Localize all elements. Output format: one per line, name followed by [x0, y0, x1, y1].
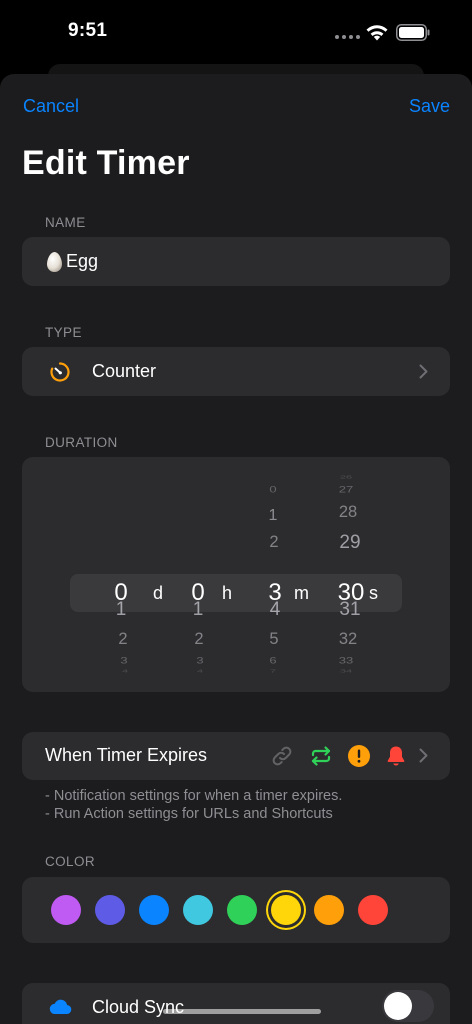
- type-value: Counter: [92, 361, 157, 381]
- color-swatch-red[interactable]: [358, 895, 388, 925]
- hours-below-2: 2: [194, 630, 204, 648]
- timer-icon: [50, 362, 70, 382]
- seconds-above-4: 26: [339, 474, 353, 480]
- repeat-icon: [311, 746, 331, 766]
- bell-icon: [387, 746, 405, 766]
- type-section-label: TYPE: [45, 325, 82, 340]
- duration-picker[interactable]: 0 1 2 3 4 d 0 1 2 3 4 h 2 1 0 3 4 5 6 7 …: [22, 457, 450, 692]
- edit-timer-sheet: Cancel Save Edit Timer NAME Egg TYPE Cou…: [0, 74, 472, 1024]
- signal-icon: [335, 35, 360, 39]
- color-swatch-teal[interactable]: [183, 895, 213, 925]
- type-selector[interactable]: Counter: [22, 347, 450, 396]
- expires-note-2: - Run Action settings for URLs and Short…: [45, 806, 333, 822]
- status-bar: 9:51: [0, 0, 472, 64]
- minutes-below-3: 6: [269, 655, 277, 666]
- minutes-below-4: 7: [269, 668, 277, 674]
- name-field[interactable]: Egg: [22, 237, 450, 286]
- duration-section-label: DURATION: [45, 435, 118, 450]
- days-unit: d: [153, 583, 164, 603]
- cloud-sync-row: Cloud Sync: [22, 983, 450, 1024]
- seconds-above-1: 29: [339, 532, 361, 553]
- seconds-below-4: 34: [339, 668, 353, 674]
- color-swatch-purple[interactable]: [51, 895, 81, 925]
- color-section-label: COLOR: [45, 854, 96, 869]
- home-indicator[interactable]: [163, 1009, 321, 1014]
- cloud-icon: [49, 999, 72, 1015]
- seconds-above-3: 27: [338, 484, 354, 495]
- color-picker: [22, 877, 450, 943]
- chevron-right-icon: [419, 364, 428, 379]
- expires-note-1: - Notification settings for when a timer…: [45, 788, 343, 804]
- wifi-icon: [366, 25, 388, 41]
- hours-below-3: 3: [196, 655, 204, 666]
- minutes-below-1: 4: [269, 599, 281, 620]
- egg-icon: [47, 251, 62, 272]
- minutes-unit: m: [294, 583, 309, 603]
- battery-icon: [396, 24, 430, 41]
- cloud-sync-label: Cloud Sync: [92, 997, 185, 1017]
- minutes-above-2: 1: [268, 507, 278, 524]
- toggle-knob: [384, 992, 412, 1020]
- seconds-unit: s: [369, 583, 378, 603]
- hours-below-1: 1: [192, 599, 204, 620]
- hours-below-4: 4: [196, 668, 204, 674]
- color-swatch-blue[interactable]: [139, 895, 169, 925]
- color-swatch-yellow[interactable]: [271, 895, 301, 925]
- days-below-2: 2: [118, 630, 128, 648]
- color-swatch-green[interactable]: [227, 895, 257, 925]
- name-value: Egg: [66, 251, 99, 271]
- page-title: Edit Timer: [22, 144, 190, 182]
- status-time: 9:51: [68, 20, 108, 41]
- cancel-button[interactable]: Cancel: [23, 96, 79, 117]
- days-below-1: 1: [115, 599, 127, 620]
- expires-label: When Timer Expires: [45, 745, 208, 765]
- days-below-3: 3: [120, 655, 128, 666]
- minutes-above-3: 0: [269, 484, 277, 495]
- days-below-4: 4: [121, 668, 129, 674]
- seconds-below-1: 31: [339, 599, 361, 620]
- seconds-above-2: 28: [338, 503, 358, 521]
- color-swatch-indigo[interactable]: [95, 895, 125, 925]
- seconds-below-3: 33: [338, 655, 354, 666]
- save-button[interactable]: Save: [409, 96, 450, 117]
- alert-icon: [348, 745, 370, 767]
- minutes-above-1: 2: [269, 533, 279, 551]
- cloud-sync-toggle[interactable]: [382, 990, 434, 1022]
- chevron-right-icon: [419, 748, 428, 763]
- name-section-label: NAME: [45, 215, 86, 230]
- when-timer-expires-row[interactable]: When Timer Expires: [22, 732, 450, 780]
- hours-unit: h: [222, 583, 233, 603]
- seconds-below-2: 32: [338, 630, 358, 648]
- minutes-below-2: 5: [269, 630, 279, 648]
- link-icon: [272, 746, 292, 766]
- color-swatch-orange[interactable]: [314, 895, 344, 925]
